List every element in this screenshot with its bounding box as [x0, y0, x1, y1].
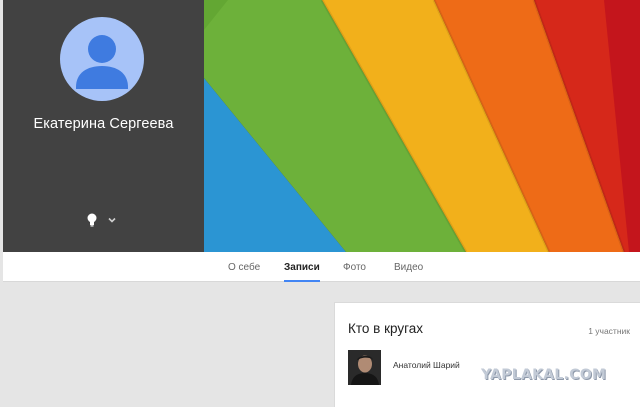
profile-status-control[interactable] [87, 212, 117, 228]
circles-card: Кто в кругах 1 участник Анатолий Шарий [334, 302, 640, 407]
tab-about[interactable]: О себе [228, 252, 260, 282]
tab-videos[interactable]: Видео [394, 252, 423, 282]
lightbulb-icon[interactable] [87, 213, 97, 227]
member-photo-image [348, 349, 381, 385]
profile-avatar[interactable] [60, 17, 144, 101]
default-person-icon [76, 35, 128, 89]
member-name[interactable]: Анатолий Шарий [393, 360, 460, 370]
chevron-down-icon[interactable] [107, 215, 117, 225]
list-item[interactable]: Анатолий Шарий [348, 349, 460, 385]
member-avatar[interactable] [348, 349, 381, 385]
watermark: YAPLAKAL.COM [481, 367, 607, 383]
tab-posts-label: Записи [284, 262, 320, 273]
profile-header: Екатерина Сергеева [3, 0, 640, 252]
tab-posts[interactable]: Записи [284, 252, 320, 282]
cover-photo [204, 0, 640, 252]
profile-tabs: О себе Записи Фото Видео [3, 252, 640, 282]
active-tab-indicator [284, 280, 320, 282]
cover-image [204, 0, 640, 252]
profile-name: Екатерина Сергеева [33, 116, 174, 132]
circles-title: Кто в кругах [348, 321, 423, 336]
profile-info-panel: Екатерина Сергеева [3, 0, 204, 252]
tab-photos[interactable]: Фото [343, 252, 366, 282]
circles-count[interactable]: 1 участник [588, 326, 630, 336]
